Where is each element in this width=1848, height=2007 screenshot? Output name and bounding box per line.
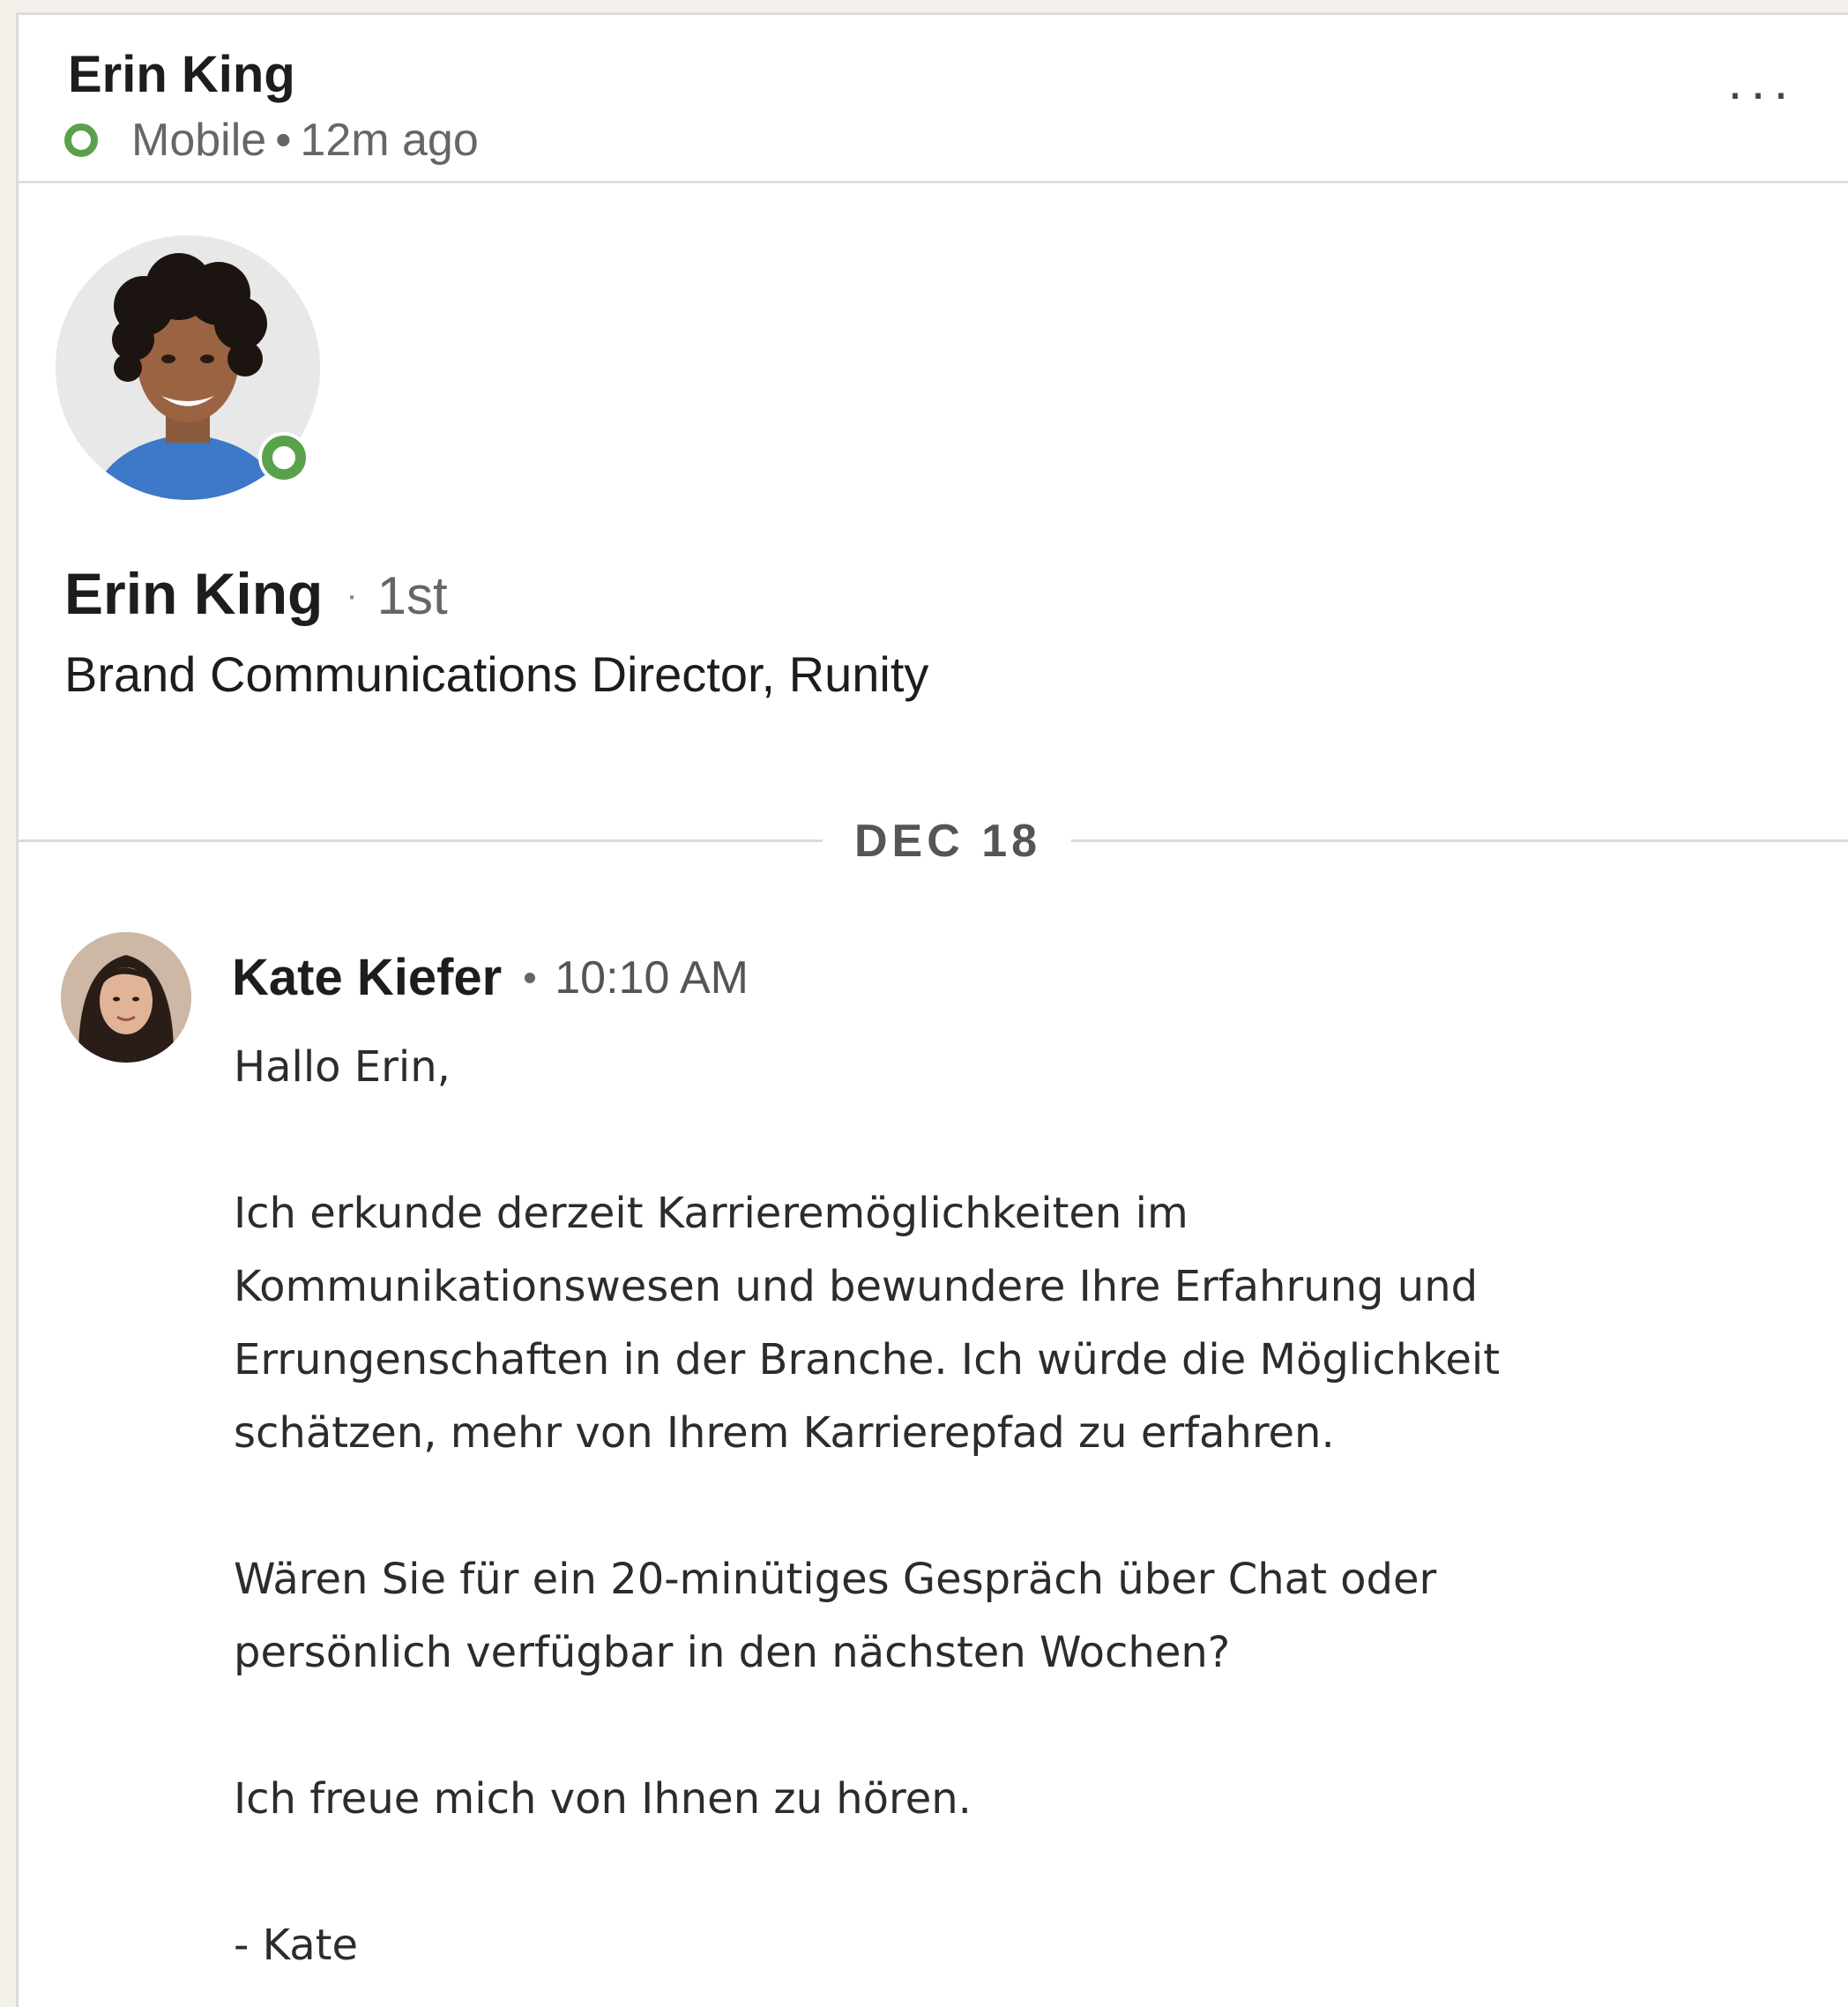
divider-line xyxy=(1071,839,1848,842)
connection-degree: 1st xyxy=(376,566,448,625)
status-separator: • xyxy=(275,115,292,166)
more-options-button[interactable]: ··· xyxy=(1726,66,1795,119)
message-line: Hallo Erin, xyxy=(234,1042,451,1092)
message-line: Ich erkunde derzeit Karrieremöglichkeite… xyxy=(234,1189,1189,1238)
divider-line xyxy=(19,839,823,842)
message-body: Hallo Erin, Ich erkunde derzeit Karriere… xyxy=(234,1031,1644,1982)
conversation-header: Erin King Mobile • 12m ago ··· xyxy=(19,15,1848,183)
message-meta: Kate Kiefer 10:10 AM xyxy=(232,948,749,1007)
degree-separator: · xyxy=(346,576,358,615)
header-contact-name[interactable]: Erin King xyxy=(68,45,295,104)
message-time: 10:10 AM xyxy=(555,951,749,1004)
message-line: Ich freue mich von Ihnen zu hören. xyxy=(234,1774,972,1824)
presence-status: Mobile • 12m ago xyxy=(64,114,479,167)
sender-name[interactable]: Kate Kiefer xyxy=(232,948,502,1007)
presence-badge xyxy=(258,432,309,483)
sender-avatar[interactable] xyxy=(61,932,191,1063)
online-status-icon xyxy=(262,436,306,480)
message-line: Errungenschaften in der Branche. Ich wür… xyxy=(234,1335,1501,1384)
message-line: Wären Sie für ein 20-minütiges Gespräch … xyxy=(234,1555,1437,1604)
more-horizontal-icon: ··· xyxy=(1726,63,1795,122)
message-line: Kommunikationswesen und bewundere Ihre E… xyxy=(234,1262,1479,1311)
last-active-label: 12m ago xyxy=(300,115,479,166)
message-line: - Kate xyxy=(234,1921,358,1970)
sender-photo xyxy=(61,932,191,1063)
profile-headline: Brand Communications Director, Runity xyxy=(64,646,929,702)
online-status-icon xyxy=(64,123,98,157)
meta-separator xyxy=(525,972,536,983)
date-label: DEC 18 xyxy=(854,816,1042,867)
device-label: Mobile xyxy=(131,115,267,166)
profile-name-row: Erin King · 1st xyxy=(64,560,448,627)
profile-name[interactable]: Erin King xyxy=(64,560,323,627)
message-line: persönlich verfügbar in den nächsten Woc… xyxy=(234,1628,1231,1677)
message-line: schätzen, mehr von Ihrem Karrierepfad zu… xyxy=(234,1408,1335,1458)
conversation-panel: Erin King Mobile • 12m ago ··· Erin King… xyxy=(16,12,1848,2007)
date-divider: DEC 18 xyxy=(19,804,1848,875)
